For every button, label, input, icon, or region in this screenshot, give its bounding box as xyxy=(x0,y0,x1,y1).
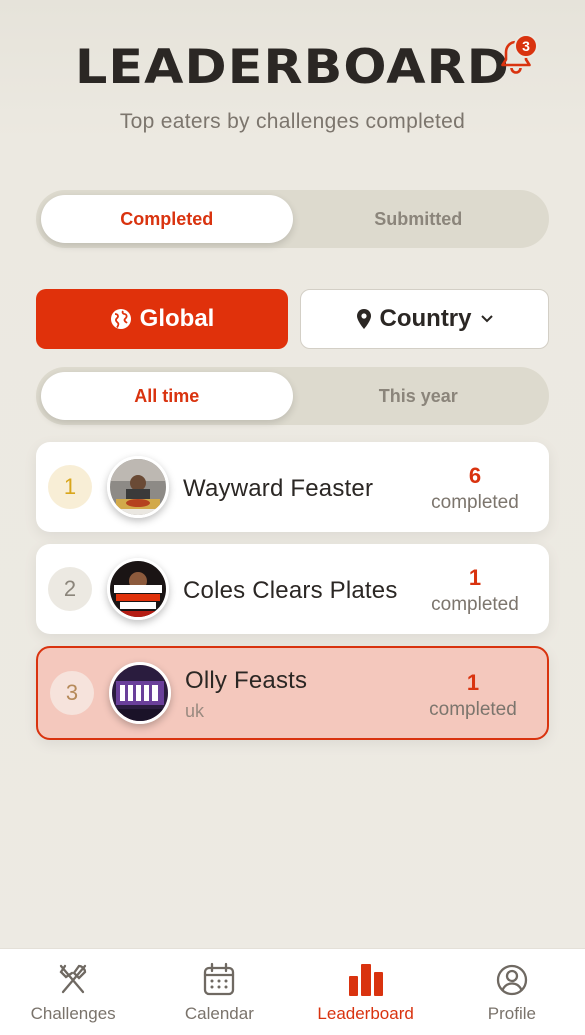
leaderboard-row[interactable]: 1 Wayward Feaster 6 completed xyxy=(36,442,549,532)
tab-this-year[interactable]: This year xyxy=(293,372,545,420)
bar-chart-icon xyxy=(348,964,383,996)
location-pin-icon xyxy=(356,309,371,329)
nav-calendar-label: Calendar xyxy=(184,1004,254,1023)
tab-completed[interactable]: Completed xyxy=(41,195,293,243)
completed-count: 1 xyxy=(468,565,482,590)
nav-profile[interactable]: Profile xyxy=(439,949,585,1035)
player-name: Olly Feasts xyxy=(185,667,308,694)
completed-count: 1 xyxy=(466,670,480,695)
chevron-down-icon xyxy=(480,315,493,323)
nav-calendar[interactable]: Calendar xyxy=(146,949,292,1035)
avatar xyxy=(109,662,171,724)
calendar-icon xyxy=(204,962,235,996)
completed-label: completed xyxy=(431,594,519,615)
avatar xyxy=(107,456,169,518)
nav-profile-label: Profile xyxy=(487,1004,536,1023)
completed-count: 6 xyxy=(468,463,482,488)
header: LEADERBOARD Top eaters by challenges com… xyxy=(0,0,585,160)
page-subtitle: Top eaters by challenges completed xyxy=(119,110,466,133)
nav-challenges[interactable]: Challenges xyxy=(0,949,146,1035)
player-name: Coles Clears Plates xyxy=(183,577,398,604)
avatar xyxy=(107,558,169,620)
player-name: Wayward Feaster xyxy=(183,475,374,502)
bottom-nav: Challenges Calendar Leaderboard Profile xyxy=(0,948,585,1035)
rank-badge: 1 xyxy=(48,465,92,509)
user-circle-icon xyxy=(496,964,528,996)
completed-label: completed xyxy=(431,492,519,513)
globe-icon xyxy=(110,309,131,329)
rank-badge: 3 xyxy=(50,671,94,715)
tab-all-time[interactable]: All time xyxy=(41,372,293,420)
nav-challenges-label: Challenges xyxy=(30,1004,116,1023)
leaderboard-row[interactable]: 2 Coles Clears Plates 1 completed xyxy=(36,544,549,634)
type-toggle: Completed Submitted xyxy=(36,190,549,248)
country-label: Country xyxy=(379,305,472,332)
leaderboard-row-current-user[interactable]: 3 Olly Feasts uk 1 completed xyxy=(36,646,549,740)
notification-badge: 3 xyxy=(514,34,538,58)
global-button[interactable]: Global xyxy=(36,289,288,349)
rank-badge: 2 xyxy=(48,567,92,611)
scope-selector: Global Country xyxy=(36,289,549,349)
nav-leaderboard-label: Leaderboard xyxy=(317,1004,414,1023)
fork-knife-icon xyxy=(59,964,87,994)
global-label: Global xyxy=(139,305,215,332)
completed-label: completed xyxy=(429,699,517,720)
country-dropdown[interactable]: Country xyxy=(300,289,549,349)
page-title: LEADERBOARD xyxy=(74,40,511,95)
tab-submitted[interactable]: Submitted xyxy=(293,195,545,243)
player-location: uk xyxy=(185,701,205,721)
period-toggle: All time This year xyxy=(36,367,549,425)
nav-leaderboard[interactable]: Leaderboard xyxy=(293,949,439,1035)
